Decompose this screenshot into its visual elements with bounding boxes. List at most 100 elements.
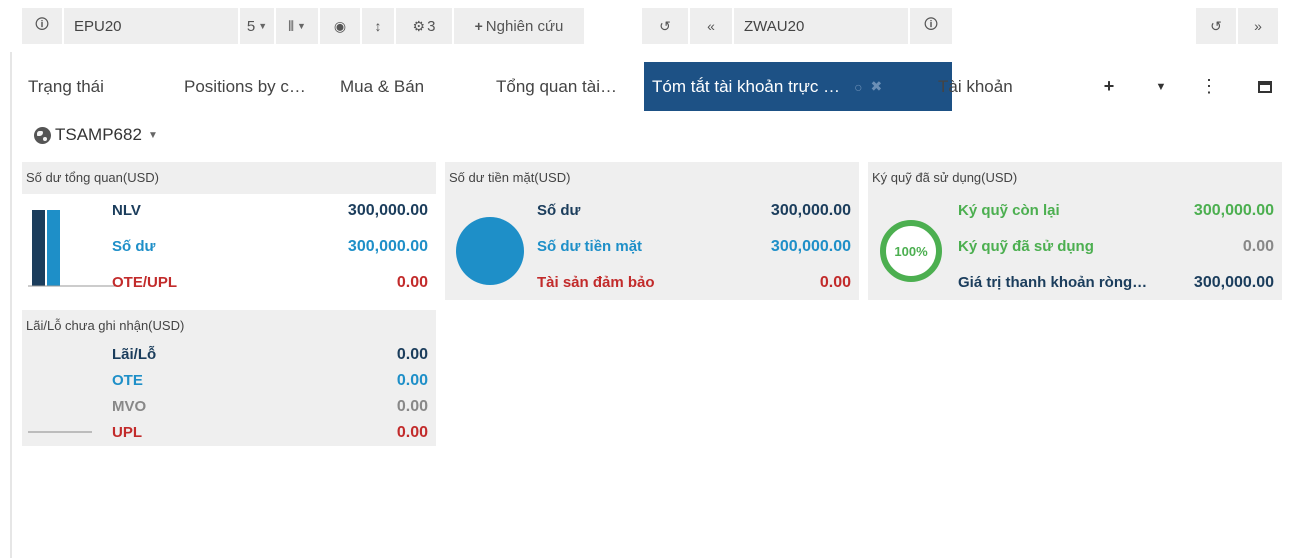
row-label: NLV — [112, 202, 141, 219]
tab-label: Tóm tắt tài khoản trực … — [652, 76, 841, 96]
symbol-input-right-value: ZWAU20 — [744, 17, 805, 35]
panel-title: Số dư tiền mặt(USD) — [449, 169, 571, 185]
tab-account[interactable]: Tài khoản — [938, 62, 1013, 111]
row-value: 300,000.00 — [347, 202, 428, 219]
ring-percent-label: 100% — [894, 244, 928, 259]
margin-used-panel: Ký quỹ đã sử dụng(USD) 100% Ký quỹ còn l… — [868, 162, 1282, 300]
row-label: OTE/UPL — [112, 274, 178, 291]
layout-count-dropdown[interactable]: 5 ▼ — [240, 8, 274, 44]
globe-icon — [34, 126, 51, 144]
row-label: Ký quỹ còn lại — [958, 202, 1060, 219]
balance-overview-panel: Số dư tổng quan(USD) NLV 300,000.00 Số d… — [22, 162, 436, 300]
settings-count: 3 — [427, 17, 436, 35]
chart-type-dropdown[interactable]: ⫴ ▼ — [276, 8, 318, 44]
double-chevron-left-icon: « — [707, 18, 715, 34]
add-tab-button[interactable]: + — [1094, 62, 1124, 111]
chevron-down-icon: ▼ — [147, 129, 158, 141]
info-icon: 🛈 — [34, 16, 50, 32]
row-label: Giá trị thanh khoản ròng… — [958, 274, 1148, 291]
circle-icon[interactable]: ○ — [854, 79, 862, 95]
tab-account-overview[interactable]: Tổng quan tài… — [496, 62, 617, 111]
undo-button[interactable]: ↺ — [642, 8, 688, 44]
tab-label: Tổng quan tài… — [496, 76, 617, 96]
panel-title: Ký quỹ đã sử dụng(USD) — [872, 169, 1018, 185]
tab-status[interactable]: Trạng thái — [28, 62, 104, 111]
tab-bar: Trạng thái Positions by c… Mua & Bán Tổn… — [22, 62, 1282, 111]
symbol-input-left[interactable]: EPU20 — [64, 8, 238, 44]
info-button-right[interactable]: 🛈 — [910, 8, 952, 44]
balance-bar — [47, 210, 60, 286]
chevron-down-icon: ▼ — [1155, 80, 1167, 93]
chevron-down-icon: ▼ — [258, 21, 268, 31]
tab-account-summary[interactable]: Tóm tắt tài khoản trực … ○ ✖ — [644, 62, 952, 111]
symbol-input-right[interactable]: ZWAU20 — [734, 8, 908, 44]
research-button[interactable]: + Nghiên cứu — [454, 8, 584, 44]
left-edge-divider — [10, 52, 12, 558]
undo-icon: ↺ — [1210, 17, 1222, 34]
gear-icon: ⚙ — [412, 17, 426, 34]
cash-balance-panel: Số dư tiền mặt(USD) Số dư 300,000.00 Số … — [445, 162, 859, 300]
double-chevron-right-icon: » — [1254, 18, 1262, 34]
info-button-left[interactable]: 🛈 — [22, 8, 62, 44]
tab-label: Positions by c… — [184, 76, 306, 96]
toolbar: 🛈 EPU20 5 ▼ ⫴ ▼ ◉ ↕ ⚙ 3 + Nghiên cứu ↺ «… — [22, 8, 1282, 44]
cash-pie-slice — [456, 217, 524, 285]
row-label: Số dư — [537, 202, 581, 219]
cash-pie-chart — [456, 217, 524, 285]
row-value: 0.00 — [819, 274, 851, 291]
margin-ring-chart: 100% — [880, 220, 942, 282]
balance-bar-chart — [28, 210, 116, 287]
tab-label: Trạng thái — [28, 76, 104, 96]
window-maximize-icon — [1258, 80, 1272, 93]
vertical-arrows-icon: ↕ — [374, 18, 382, 34]
settings-button[interactable]: ⚙ 3 — [396, 8, 452, 44]
row-label: Lãi/Lỗ — [112, 346, 157, 363]
more-options-button[interactable]: ⋮ — [1198, 62, 1220, 111]
row-value: 300,000.00 — [1193, 202, 1274, 219]
tab-label: Mua & Bán — [340, 76, 425, 96]
row-value: 300,000.00 — [770, 202, 851, 219]
panel-title: Số dư tổng quan(USD) — [26, 169, 159, 185]
pl-bar-chart — [28, 431, 92, 433]
tab-label: Tài khoản — [938, 76, 1013, 96]
close-icon[interactable]: ✖ — [871, 78, 883, 95]
account-selector[interactable]: TSAMP682 ▼ — [34, 124, 158, 146]
plus-icon: + — [474, 18, 483, 34]
row-value: 300,000.00 — [1193, 274, 1274, 291]
tab-list-dropdown[interactable]: ▼ — [1148, 62, 1174, 111]
nlv-bar — [32, 210, 45, 286]
row-label: OTE — [112, 372, 143, 389]
row-label: Số dư tiền mặt — [537, 238, 643, 255]
row-label: UPL — [112, 424, 142, 441]
info-icon: 🛈 — [923, 16, 939, 32]
row-value: 0.00 — [1242, 238, 1274, 255]
vertical-resize-button[interactable]: ↕ — [362, 8, 394, 44]
plus-icon: + — [1103, 76, 1115, 96]
tab-positions[interactable]: Positions by c… — [184, 62, 306, 111]
row-value: 0.00 — [396, 398, 428, 415]
maximize-button[interactable] — [1250, 62, 1280, 111]
tab-buy-sell[interactable]: Mua & Bán — [340, 62, 424, 111]
eye-slash-icon: ◉ — [333, 17, 347, 34]
candlestick-icon: ⫴ — [288, 17, 294, 34]
chevron-down-icon: ▼ — [296, 21, 306, 31]
visibility-toggle[interactable]: ◉ — [320, 8, 360, 44]
row-value: 300,000.00 — [347, 238, 428, 255]
panel-title: Lãi/Lỗ chưa ghi nhận(USD) — [26, 317, 185, 333]
row-value: 0.00 — [396, 372, 428, 389]
row-value: 0.00 — [396, 346, 428, 363]
row-label: Ký quỹ đã sử dụng — [958, 238, 1094, 255]
undo-button-right[interactable]: ↺ — [1196, 8, 1236, 44]
vertical-ellipsis-icon: ⋮ — [1200, 76, 1218, 96]
unrealized-pl-panel: Lãi/Lỗ chưa ghi nhận(USD) Lãi/Lỗ 0.00 OT… — [22, 310, 436, 446]
row-value: 0.00 — [396, 424, 428, 441]
expand-right-button[interactable]: » — [1238, 8, 1278, 44]
account-name: TSAMP682 — [55, 125, 142, 144]
symbol-input-left-value: EPU20 — [74, 17, 122, 35]
row-value: 300,000.00 — [770, 238, 851, 255]
collapse-left-button[interactable]: « — [690, 8, 732, 44]
row-value: 0.00 — [396, 274, 428, 291]
row-label: Số dư — [112, 238, 156, 255]
row-label: MVO — [112, 398, 147, 415]
row-label: Tài sản đảm bảo — [537, 274, 655, 291]
